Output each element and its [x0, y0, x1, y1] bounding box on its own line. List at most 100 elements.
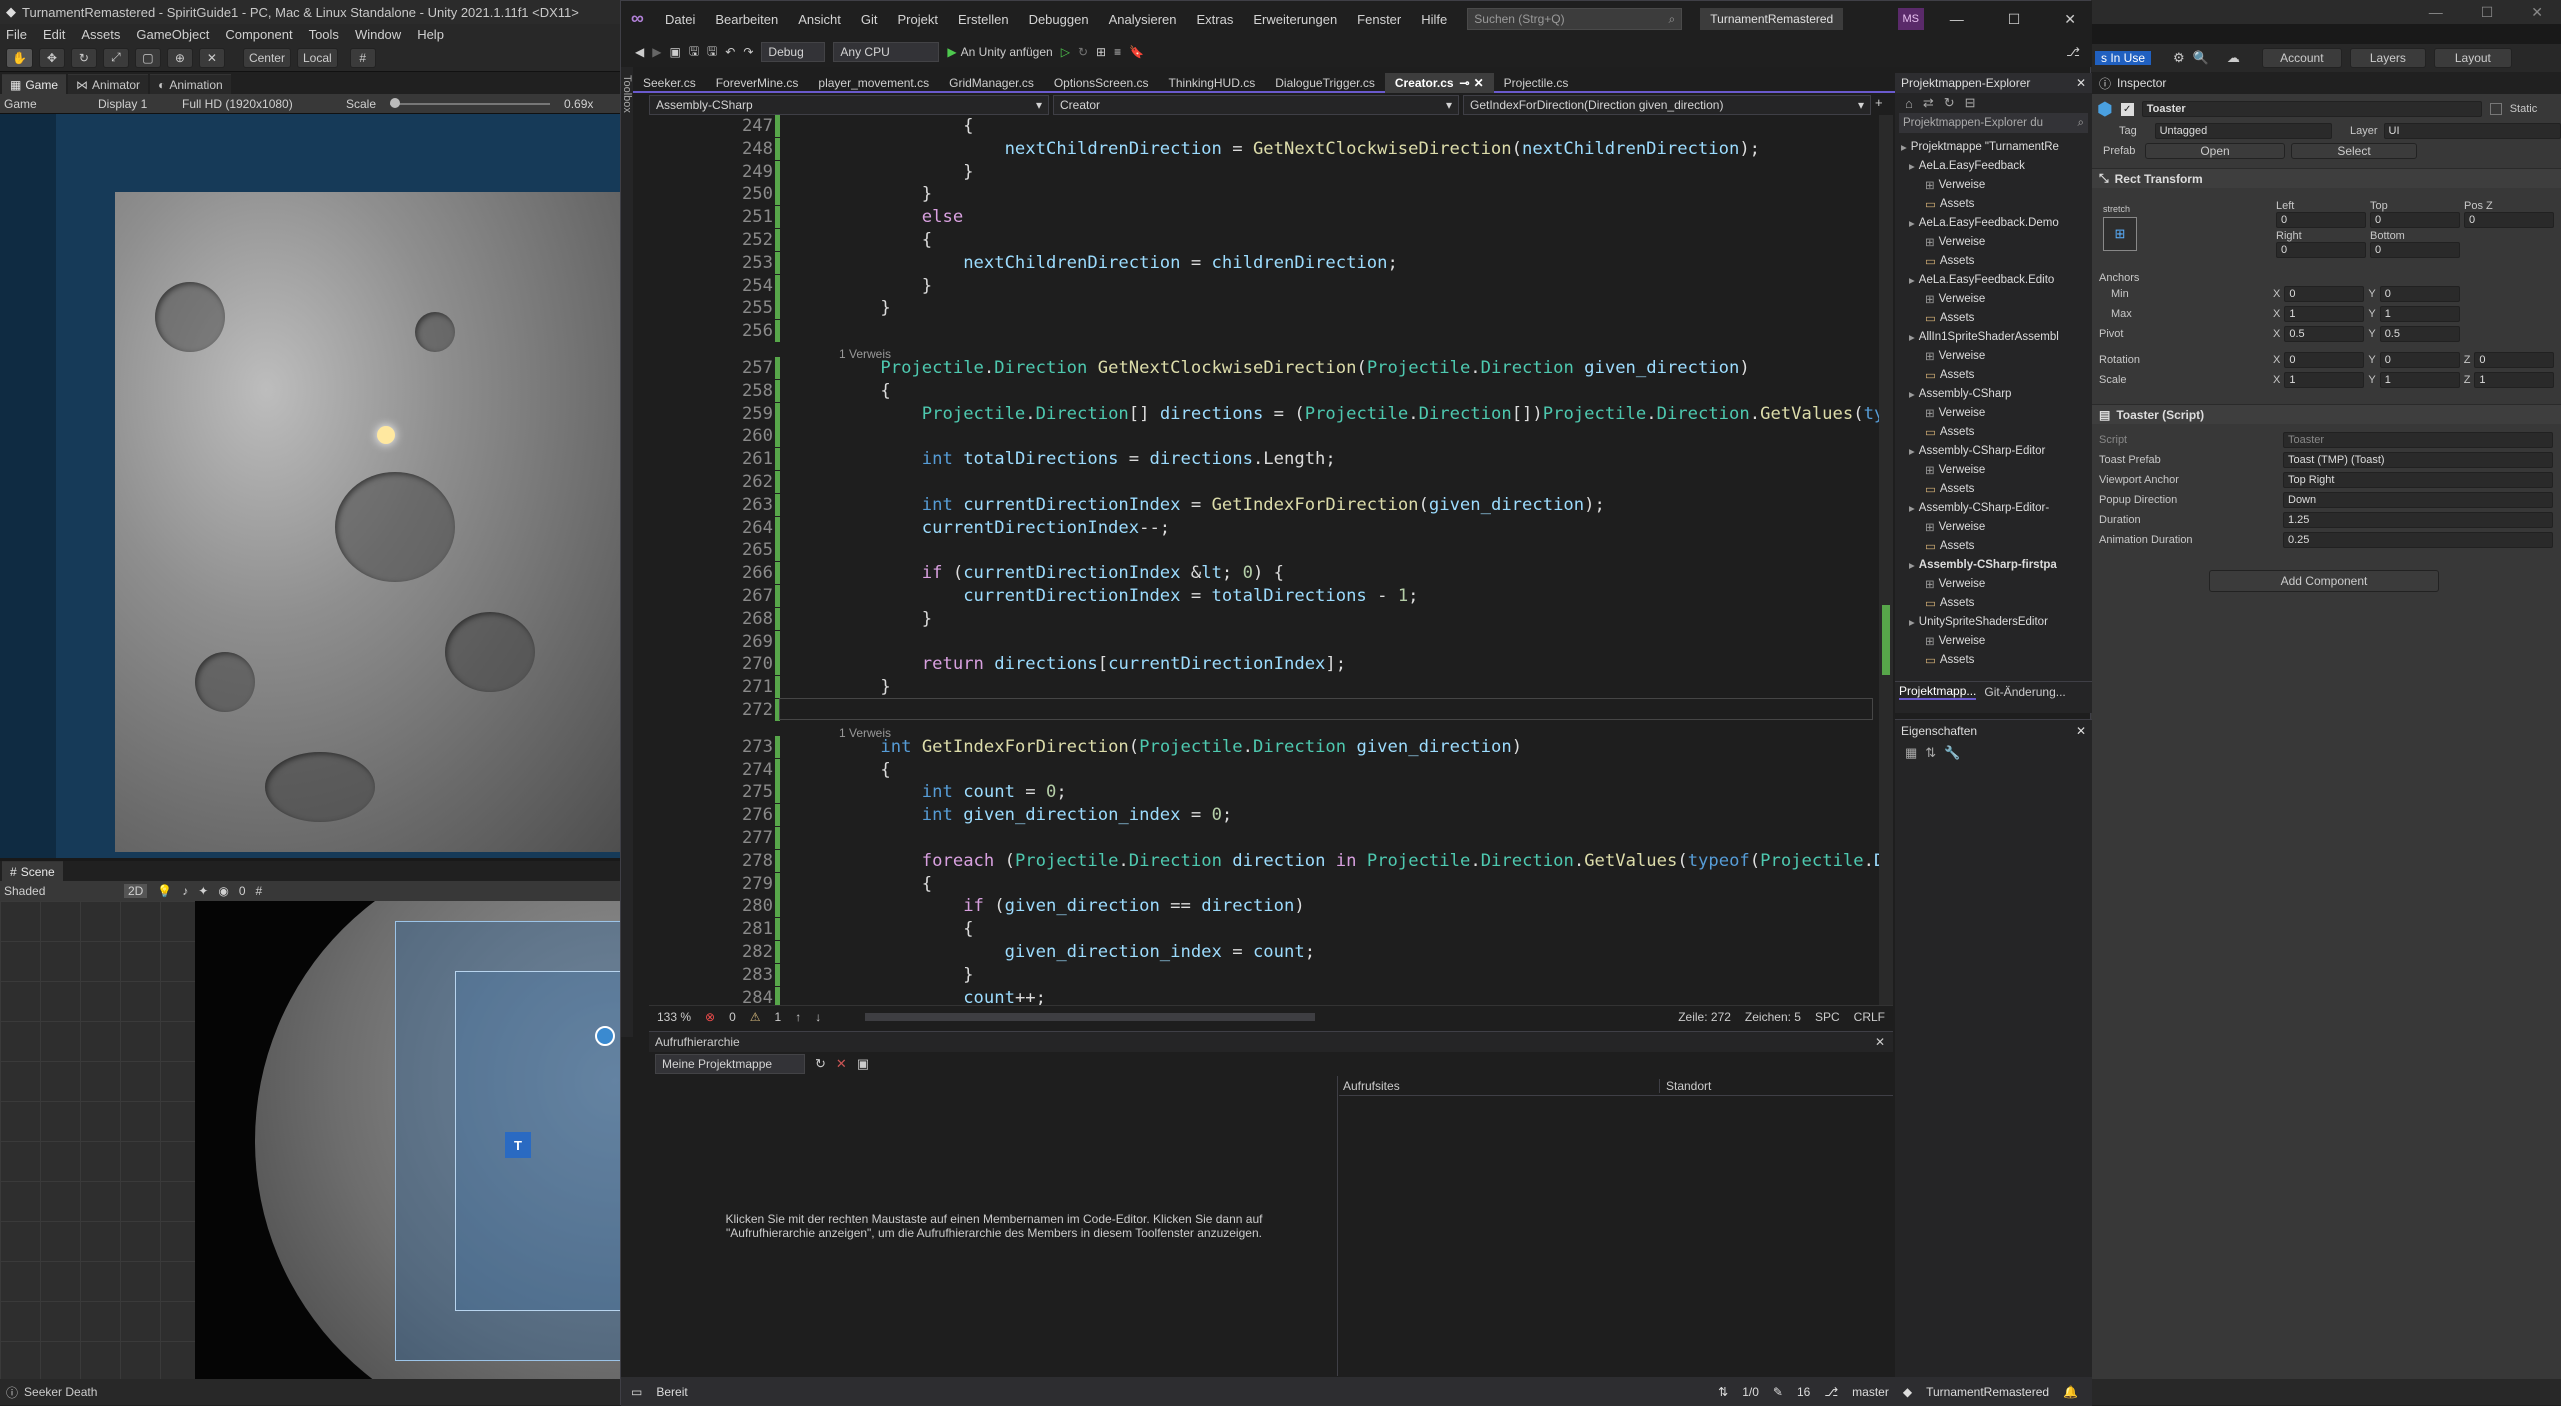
code-text[interactable]: {: [839, 759, 890, 781]
project-item[interactable]: ▸ Assembly-CSharp-firstpa: [1895, 555, 2092, 574]
tab-player-movement[interactable]: player_movement.cs: [808, 73, 939, 93]
tab-dialoguetrigger[interactable]: DialogueTrigger.cs: [1265, 73, 1385, 93]
code-text[interactable]: int totalDirections = directions.Length;: [839, 448, 1336, 470]
scale-x[interactable]: 1: [2284, 372, 2365, 388]
repo-name[interactable]: TurnamentRemastered: [1926, 1385, 2049, 1399]
display-dropdown[interactable]: Display 1: [98, 97, 168, 111]
code-line[interactable]: 258 {: [649, 379, 1893, 402]
code-line[interactable]: 281 {: [649, 918, 1893, 941]
scale-slider[interactable]: [390, 97, 551, 108]
code-line[interactable]: 255 }: [649, 297, 1893, 320]
menu-edit[interactable]: Edit: [43, 27, 65, 42]
code-text[interactable]: foreach (Projectile.Direction direction …: [839, 850, 1893, 872]
vs-search-input[interactable]: Suchen (Strg+Q) ⌕: [1467, 8, 1683, 30]
prefab-select-button[interactable]: Select: [2291, 143, 2417, 159]
save-all-icon[interactable]: 🖫: [707, 42, 717, 63]
rect-transform-header[interactable]: ⤡ Rect Transform: [2091, 168, 2561, 188]
code-line[interactable]: 249 }: [649, 160, 1893, 183]
code-text[interactable]: {: [839, 115, 973, 137]
code-line[interactable]: 277: [649, 827, 1893, 849]
code-text[interactable]: }: [839, 275, 932, 297]
tree-child-item[interactable]: ▭ Assets: [1895, 650, 2092, 669]
tab-seeker[interactable]: Seeker.cs: [633, 73, 706, 93]
code-text[interactable]: {: [839, 380, 890, 402]
collapse-icon[interactable]: ⊟: [1965, 95, 1976, 111]
branch-name[interactable]: master: [1852, 1385, 1889, 1399]
code-line[interactable]: 283 }: [649, 963, 1893, 986]
tag-dropdown[interactable]: Untagged: [2154, 123, 2333, 139]
2d-toggle[interactable]: 2D: [124, 884, 148, 898]
collab-icon[interactable]: ⚙: [2173, 50, 2185, 66]
property-pages-icon[interactable]: 🔧: [1944, 745, 1960, 761]
tree-child-item[interactable]: ⊞ Verweise: [1895, 346, 2092, 365]
vs-menu-erweiterungen[interactable]: Erweiterungen: [1253, 12, 1337, 27]
code-line[interactable]: 247 {: [649, 115, 1893, 137]
line-ending-indicator[interactable]: CRLF: [1854, 1010, 1893, 1024]
vs-menu-extras[interactable]: Extras: [1197, 12, 1234, 27]
viewport-anchor-dropdown[interactable]: Top Right: [2283, 472, 2553, 488]
code-line[interactable]: 282 given_direction_index = count;: [649, 941, 1893, 963]
code-line[interactable]: 268 }: [649, 607, 1893, 630]
code-line[interactable]: 261 int totalDirections = directions.Len…: [649, 448, 1893, 471]
effects-toggle-icon[interactable]: ✦: [198, 884, 208, 898]
code-text[interactable]: }: [839, 964, 973, 986]
avatar[interactable]: MS: [1897, 8, 1924, 30]
code-line[interactable]: 284 count++;: [649, 986, 1893, 1005]
redo-icon[interactable]: ↷: [743, 45, 753, 59]
code-text[interactable]: return directions[currentDirectionIndex]…: [839, 653, 1346, 675]
tree-child-item[interactable]: ▭ Assets: [1895, 536, 2092, 555]
categorized-icon[interactable]: ▦: [1905, 745, 1917, 761]
tree-child-item[interactable]: ⊞ Verweise: [1895, 175, 2092, 194]
remove-icon[interactable]: ✕: [836, 1056, 847, 1072]
code-line[interactable]: 265: [649, 539, 1893, 562]
grid-snap-icon[interactable]: #: [349, 47, 376, 68]
toaster-script-header[interactable]: ▤ Toaster (Script): [2091, 404, 2561, 424]
in-use-badge[interactable]: s In Use: [2095, 51, 2152, 65]
menu-help[interactable]: Help: [417, 27, 444, 42]
vs-menu-bearbeiten[interactable]: Bearbeiten: [715, 12, 778, 27]
whitespace-indicator[interactable]: SPC: [1815, 1010, 1840, 1024]
tree-child-item[interactable]: ▭ Assets: [1895, 422, 2092, 441]
hand-tool-icon[interactable]: ✋: [6, 47, 33, 68]
object-name-field[interactable]: Toaster: [2141, 101, 2482, 117]
vs-menu-fenster[interactable]: Fenster: [1357, 12, 1401, 27]
left-field[interactable]: 0: [2276, 212, 2366, 228]
scene-view[interactable]: T: [0, 901, 620, 1379]
tab-scene[interactable]: # Scene: [2, 861, 63, 881]
code-text[interactable]: int GetIndexForDirection(Projectile.Dire…: [839, 736, 1522, 758]
menu-file[interactable]: File: [6, 27, 27, 42]
vs-menu-debuggen[interactable]: Debuggen: [1029, 12, 1089, 27]
code-line[interactable]: 253 nextChildrenDirection = childrenDire…: [649, 251, 1893, 274]
col-call-sites[interactable]: Aufrufsites: [1339, 1079, 1659, 1093]
code-line[interactable]: 262: [649, 471, 1893, 493]
platform-dropdown[interactable]: Any CPU: [833, 42, 940, 62]
menu-tools[interactable]: Tools: [309, 27, 339, 42]
project-item[interactable]: ▸ Assembly-CSharp-Editor-: [1895, 498, 2092, 517]
col-location[interactable]: Standort: [1659, 1078, 1711, 1093]
project-item[interactable]: ▸ AeLa.EasyFeedback.Edito: [1895, 270, 2092, 289]
rotation-z[interactable]: 0: [2474, 352, 2555, 368]
code-line[interactable]: 263 int currentDirectionIndex = GetIndex…: [649, 493, 1893, 516]
code-text[interactable]: given_direction_index = count;: [839, 941, 1315, 963]
tree-child-item[interactable]: ⊞ Verweise: [1895, 460, 2092, 479]
canvas-gizmo-icon[interactable]: [595, 1026, 615, 1046]
layers-dropdown[interactable]: Layers: [2349, 48, 2426, 68]
tab-forevermine[interactable]: ForeverMine.cs: [706, 73, 809, 93]
anchor-max-x[interactable]: 1: [2284, 306, 2365, 322]
duration-field[interactable]: 1.25: [2283, 512, 2553, 528]
code-text[interactable]: }: [839, 297, 890, 319]
code-text[interactable]: int given_direction_index = 0;: [839, 804, 1232, 826]
code-text[interactable]: nextChildrenDirection = GetNextClockwise…: [839, 138, 1760, 160]
code-line[interactable]: 257 Projectile.Direction GetNextClockwis…: [649, 357, 1893, 379]
rotate-tool-icon[interactable]: ↻: [70, 47, 97, 68]
code-line[interactable]: 254 }: [649, 274, 1893, 297]
tree-child-item[interactable]: ⊞ Verweise: [1895, 232, 2092, 251]
text-gizmo-icon[interactable]: T: [505, 1132, 531, 1158]
lighting-toggle-icon[interactable]: 💡: [157, 884, 172, 898]
project-item[interactable]: ▸ AeLa.EasyFeedback.Demo: [1895, 213, 2092, 232]
scope-dropdown[interactable]: Meine Projektmappe: [655, 1054, 805, 1074]
changes-count[interactable]: 16: [1797, 1385, 1810, 1399]
game-view[interactable]: [0, 114, 620, 858]
pivot-center-button[interactable]: Center: [242, 47, 291, 68]
tree-child-item[interactable]: ▭ Assets: [1895, 479, 2092, 498]
